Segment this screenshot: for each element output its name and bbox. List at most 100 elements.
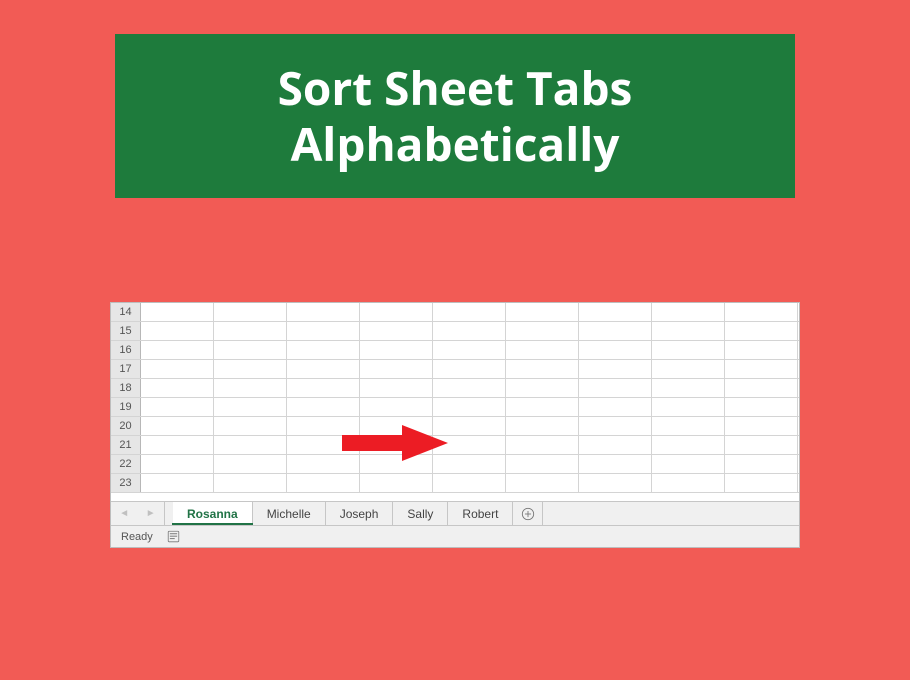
cell[interactable] bbox=[214, 455, 287, 473]
cell[interactable] bbox=[652, 455, 725, 473]
cell[interactable] bbox=[360, 436, 433, 454]
cell[interactable] bbox=[214, 436, 287, 454]
cell[interactable] bbox=[506, 303, 579, 321]
cell[interactable] bbox=[214, 398, 287, 416]
cell[interactable] bbox=[725, 455, 798, 473]
cell[interactable] bbox=[287, 322, 360, 340]
cell[interactable] bbox=[433, 303, 506, 321]
cell[interactable] bbox=[652, 398, 725, 416]
cell[interactable] bbox=[506, 455, 579, 473]
new-sheet-button[interactable] bbox=[513, 502, 543, 525]
cell[interactable] bbox=[214, 322, 287, 340]
cell[interactable] bbox=[287, 360, 360, 378]
row-header[interactable]: 23 bbox=[111, 474, 141, 492]
cell[interactable] bbox=[214, 360, 287, 378]
cell[interactable] bbox=[579, 341, 652, 359]
sheet-tab[interactable]: Sally bbox=[393, 502, 448, 525]
cell[interactable] bbox=[506, 417, 579, 435]
row-header[interactable]: 21 bbox=[111, 436, 141, 454]
cell[interactable] bbox=[506, 474, 579, 492]
cell[interactable] bbox=[433, 417, 506, 435]
row-header[interactable]: 19 bbox=[111, 398, 141, 416]
cell[interactable] bbox=[287, 417, 360, 435]
cell[interactable] bbox=[433, 436, 506, 454]
cell[interactable] bbox=[287, 341, 360, 359]
sheet-tab[interactable]: Robert bbox=[448, 502, 513, 525]
cell[interactable] bbox=[141, 436, 214, 454]
cell[interactable] bbox=[652, 303, 725, 321]
row-header[interactable]: 14 bbox=[111, 303, 141, 321]
cell[interactable] bbox=[360, 303, 433, 321]
row-header[interactable]: 20 bbox=[111, 417, 141, 435]
cell[interactable] bbox=[360, 341, 433, 359]
cell[interactable] bbox=[579, 436, 652, 454]
cell[interactable] bbox=[506, 360, 579, 378]
cell[interactable] bbox=[579, 474, 652, 492]
cell[interactable] bbox=[141, 474, 214, 492]
cell[interactable] bbox=[360, 322, 433, 340]
cell[interactable] bbox=[433, 360, 506, 378]
cell[interactable] bbox=[725, 379, 798, 397]
cell[interactable] bbox=[433, 379, 506, 397]
macro-record-icon[interactable] bbox=[167, 530, 180, 543]
cell[interactable] bbox=[433, 398, 506, 416]
cell[interactable] bbox=[360, 360, 433, 378]
spreadsheet-grid[interactable]: 14151617181920212223 bbox=[111, 303, 799, 501]
cell[interactable] bbox=[652, 474, 725, 492]
cell[interactable] bbox=[141, 360, 214, 378]
cell[interactable] bbox=[506, 436, 579, 454]
cell[interactable] bbox=[579, 379, 652, 397]
cell[interactable] bbox=[579, 398, 652, 416]
row-header[interactable]: 22 bbox=[111, 455, 141, 473]
cell[interactable] bbox=[141, 379, 214, 397]
cell[interactable] bbox=[214, 379, 287, 397]
cell[interactable] bbox=[579, 360, 652, 378]
cell[interactable] bbox=[360, 379, 433, 397]
row-header[interactable]: 16 bbox=[111, 341, 141, 359]
cell[interactable] bbox=[360, 474, 433, 492]
cell[interactable] bbox=[506, 398, 579, 416]
cell[interactable] bbox=[433, 455, 506, 473]
cell[interactable] bbox=[214, 303, 287, 321]
cell[interactable] bbox=[287, 398, 360, 416]
sheet-tab[interactable]: Michelle bbox=[253, 502, 326, 525]
cell[interactable] bbox=[433, 341, 506, 359]
cell[interactable] bbox=[141, 341, 214, 359]
cell[interactable] bbox=[725, 474, 798, 492]
cell[interactable] bbox=[652, 322, 725, 340]
cell[interactable] bbox=[141, 398, 214, 416]
cell[interactable] bbox=[141, 455, 214, 473]
sheet-tab[interactable]: Joseph bbox=[326, 502, 394, 525]
cell[interactable] bbox=[652, 360, 725, 378]
cell[interactable] bbox=[506, 379, 579, 397]
cell[interactable] bbox=[506, 341, 579, 359]
cell[interactable] bbox=[214, 417, 287, 435]
cell[interactable] bbox=[141, 322, 214, 340]
cell[interactable] bbox=[579, 417, 652, 435]
cell[interactable] bbox=[725, 341, 798, 359]
row-header[interactable]: 17 bbox=[111, 360, 141, 378]
cell[interactable] bbox=[141, 417, 214, 435]
row-header[interactable]: 15 bbox=[111, 322, 141, 340]
cell[interactable] bbox=[579, 322, 652, 340]
cell[interactable] bbox=[725, 303, 798, 321]
cell[interactable] bbox=[360, 398, 433, 416]
cell[interactable] bbox=[360, 455, 433, 473]
cell[interactable] bbox=[433, 322, 506, 340]
cell[interactable] bbox=[725, 360, 798, 378]
cell[interactable] bbox=[433, 474, 506, 492]
cell[interactable] bbox=[287, 436, 360, 454]
cell[interactable] bbox=[579, 455, 652, 473]
cell[interactable] bbox=[725, 417, 798, 435]
cell[interactable] bbox=[141, 303, 214, 321]
cell[interactable] bbox=[579, 303, 652, 321]
tab-nav-arrows[interactable]: ◄ ► bbox=[111, 502, 165, 525]
tab-nav-prev-icon[interactable]: ◄ bbox=[119, 508, 129, 519]
cell[interactable] bbox=[725, 398, 798, 416]
sheet-tab[interactable]: Rosanna bbox=[173, 502, 253, 525]
tab-nav-next-icon[interactable]: ► bbox=[146, 508, 156, 519]
cell[interactable] bbox=[652, 341, 725, 359]
cell[interactable] bbox=[506, 322, 579, 340]
cell[interactable] bbox=[725, 322, 798, 340]
cell[interactable] bbox=[287, 379, 360, 397]
